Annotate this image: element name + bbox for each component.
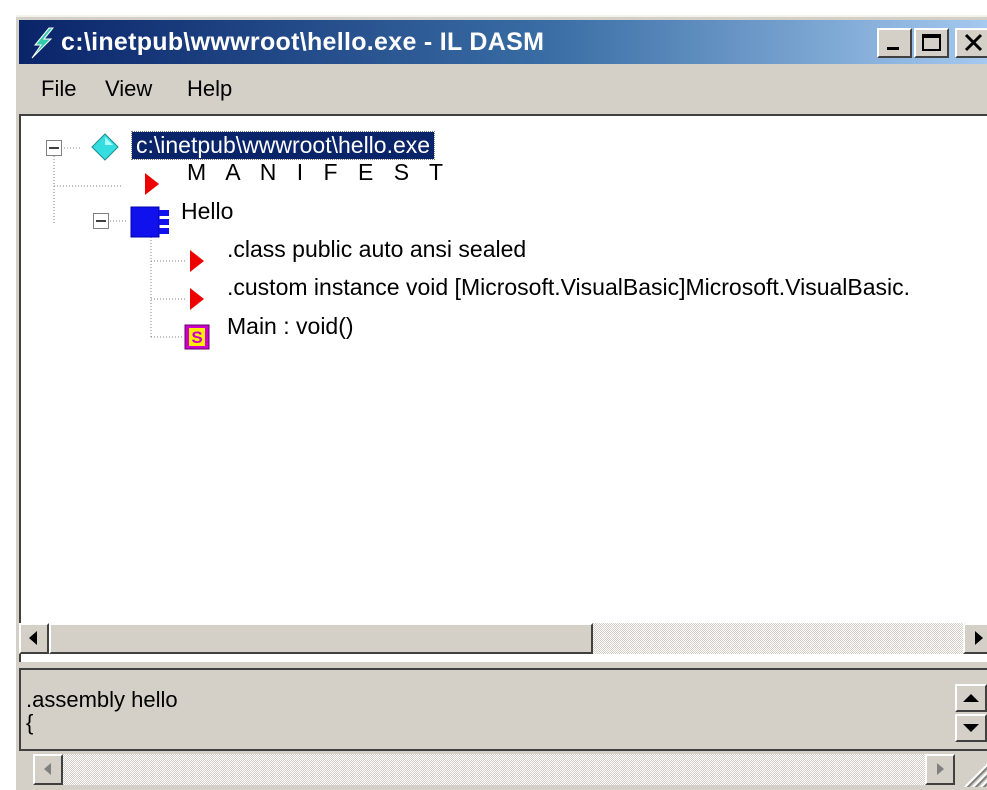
scroll-right-arrow-icon xyxy=(975,631,983,645)
menu-view[interactable]: View xyxy=(105,76,152,102)
close-icon xyxy=(964,33,983,52)
minimize-icon xyxy=(887,47,899,50)
title-bar[interactable]: c:\inetpub\wwwroot\hello.exe - IL DASM xyxy=(19,20,987,64)
class-icon xyxy=(130,206,169,238)
scroll-right-button[interactable] xyxy=(963,623,987,654)
ildasm-lightning-icon xyxy=(31,27,55,59)
detail-scroll-right-button[interactable] xyxy=(925,754,955,785)
tree-main-method-label[interactable]: Main : void() xyxy=(227,313,354,340)
red-triangle-icon xyxy=(190,288,204,310)
tree-manifest-label[interactable]: M A N I F E S T xyxy=(187,159,450,186)
detail-scroll-down-button[interactable] xyxy=(955,714,987,742)
scroll-left-button[interactable] xyxy=(19,623,49,654)
detail-line-1: .assembly hello xyxy=(26,687,178,712)
detail-scroll-left-button[interactable] xyxy=(33,754,63,785)
menu-file[interactable]: File xyxy=(41,76,76,102)
maximize-icon xyxy=(922,34,941,51)
collapse-class-icon[interactable] xyxy=(93,213,109,229)
tree-custom-attribute-label[interactable]: .custom instance void [Microsoft.VisualB… xyxy=(227,274,910,301)
scroll-up-arrow-icon xyxy=(963,694,979,702)
scroll-right-arrow-disabled-icon xyxy=(937,763,944,775)
tree-view[interactable]: c:\inetpub\wwwroot\hello.exe M A N I F E… xyxy=(19,114,987,662)
maximize-button[interactable] xyxy=(914,28,949,58)
detail-line-2: { xyxy=(26,710,34,735)
menu-help[interactable]: Help xyxy=(187,76,232,102)
detail-scroll-up-button[interactable] xyxy=(955,684,987,712)
window-title: c:\inetpub\wwwroot\hello.exe - IL DASM xyxy=(61,28,545,56)
tree-horizontal-scrollbar[interactable] xyxy=(19,623,987,654)
tree-class-directive-label[interactable]: .class public auto ansi sealed xyxy=(227,236,526,263)
manifest-red-triangle-icon xyxy=(145,173,159,195)
detail-horizontal-scrollbar[interactable] xyxy=(19,751,987,790)
tree-root-label[interactable]: c:\inetpub\wwwroot\hello.exe xyxy=(130,131,436,160)
scroll-left-arrow-disabled-icon xyxy=(44,763,51,775)
red-triangle-icon xyxy=(190,250,204,272)
minimize-button[interactable] xyxy=(877,28,912,58)
collapse-root-icon[interactable] xyxy=(46,140,62,156)
static-method-letter: S xyxy=(191,328,202,347)
scroll-track[interactable] xyxy=(593,623,963,654)
disassembly-detail-pane[interactable]: .assembly hello { xyxy=(19,668,987,751)
detail-scroll-track[interactable] xyxy=(63,754,925,785)
close-button[interactable] xyxy=(955,28,987,58)
scroll-left-arrow-icon xyxy=(29,631,37,645)
scroll-down-arrow-icon xyxy=(963,724,979,732)
ildasm-window: c:\inetpub\wwwroot\hello.exe - IL DASM F… xyxy=(14,13,987,790)
size-grip-icon[interactable] xyxy=(959,757,987,787)
static-method-icon: S xyxy=(184,324,210,350)
assembly-diamond-icon xyxy=(91,133,119,161)
scroll-thumb[interactable] xyxy=(49,623,593,654)
tree-class-hello-label[interactable]: Hello xyxy=(181,198,233,225)
menu-bar: File View Help xyxy=(19,67,987,107)
